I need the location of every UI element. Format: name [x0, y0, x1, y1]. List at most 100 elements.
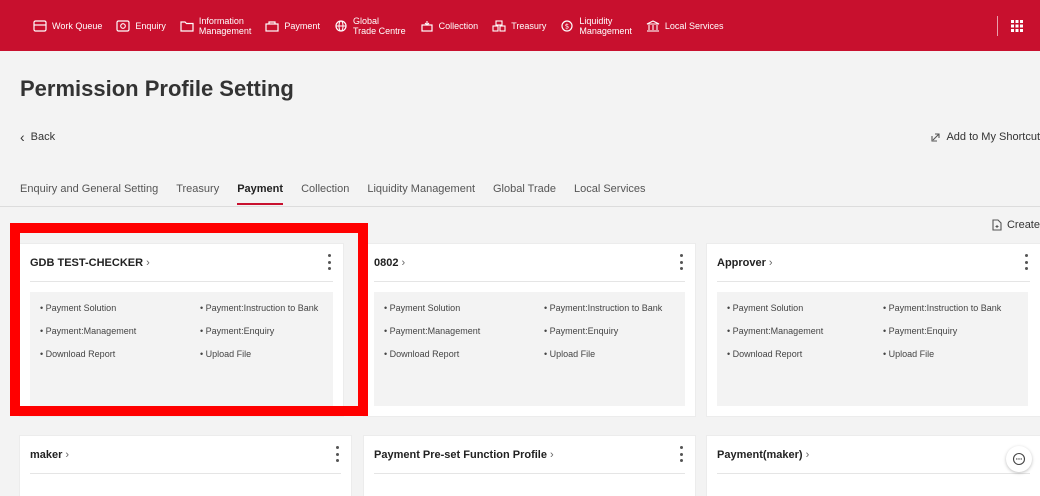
- tab-liquidity-management[interactable]: Liquidity Management: [367, 183, 475, 205]
- card-feature-list: Payment Solution Payment:Instruction to …: [717, 292, 1028, 406]
- card-header: Approver ›: [717, 244, 1030, 282]
- feature-item: Payment:Instruction to Bank: [544, 303, 663, 313]
- nav-liquidity-management[interactable]: $ Liquidity Management: [560, 16, 632, 36]
- chevron-right-icon: ›: [146, 256, 150, 269]
- card-title-link[interactable]: Approver ›: [717, 257, 773, 269]
- profile-card: GDB TEST-CHECKER› Payment Solution Payme…: [20, 244, 343, 416]
- tab-enquiry-general[interactable]: Enquiry and General Setting: [20, 183, 158, 205]
- profile-card: Approver› Payment Solution Payment:Instr…: [707, 244, 1040, 416]
- nav-divider: [997, 15, 998, 36]
- feature-item: Upload File: [200, 349, 252, 359]
- card-header: GDB TEST-CHECKER ›: [30, 244, 333, 282]
- nav-label: Global Trade Centre: [352, 15, 406, 36]
- feature-item: Payment:Instruction to Bank: [883, 303, 1002, 313]
- profile-card: Payment Pre-set Function Profile ›: [364, 436, 695, 496]
- feature-item: Payment:Enquiry: [200, 326, 275, 336]
- work-queue-icon: [33, 19, 47, 32]
- nav-label: Enquiry: [135, 20, 166, 31]
- chat-bubble-icon: [1012, 452, 1026, 466]
- more-options-icon[interactable]: [325, 254, 333, 270]
- chevron-right-icon: ›: [805, 448, 810, 461]
- card-feature-list: Payment Solution Payment:Instruction to …: [30, 292, 333, 406]
- feature-item: Payment:Management: [40, 326, 137, 336]
- tab-payment[interactable]: Payment: [237, 183, 283, 205]
- feature-item: Download Report: [727, 349, 803, 359]
- nav-collection[interactable]: Collection: [420, 20, 478, 32]
- card-header: maker ›: [30, 436, 341, 474]
- globe-icon: [334, 19, 348, 32]
- card-title: maker: [30, 448, 63, 461]
- main-menu: Work Queue Enquiry Information Managemen…: [0, 0, 737, 51]
- card-header: Payment(maker) ›: [717, 436, 1030, 474]
- feature-item: Payment:Management: [384, 326, 481, 336]
- shortcut-label: Add to My Shortcut: [946, 131, 1040, 143]
- feature-item: Upload File: [544, 349, 596, 359]
- nav-local-services[interactable]: Local Services: [646, 19, 724, 32]
- feature-item: Download Report: [40, 349, 116, 359]
- feature-item: Payment Solution: [727, 303, 804, 313]
- chevron-right-icon: ›: [65, 448, 70, 461]
- chevron-left-icon: ‹: [20, 128, 25, 145]
- nav-payment[interactable]: Payment: [265, 20, 320, 32]
- liquidity-icon: $: [560, 19, 574, 32]
- back-button[interactable]: ‹ Back: [20, 128, 56, 145]
- profile-card: maker ›: [20, 436, 351, 496]
- card-title-link[interactable]: 0802 ›: [374, 257, 405, 269]
- tab-treasury[interactable]: Treasury: [176, 183, 219, 205]
- card-title: Payment Pre-set Function Profile: [374, 448, 547, 461]
- feature-item: Payment:Management: [727, 326, 824, 336]
- shortcut-link-icon: [931, 133, 941, 142]
- feature-item: Payment Solution: [384, 303, 461, 313]
- more-options-icon[interactable]: [677, 446, 685, 462]
- card-feature-list: Payment Solution Payment:Instruction to …: [374, 292, 685, 406]
- treasury-icon: [492, 19, 506, 32]
- more-options-icon[interactable]: [1022, 254, 1030, 270]
- profile-card: 0802› Payment Solution Payment:Instructi…: [364, 244, 695, 416]
- card-title-link[interactable]: Payment Pre-set Function Profile ›: [374, 449, 554, 461]
- nav-enquiry[interactable]: Enquiry: [116, 19, 166, 32]
- card-title: Payment(maker): [717, 448, 803, 461]
- card-title: Approver: [717, 256, 766, 269]
- add-to-shortcut-button[interactable]: Add to My Shortcut: [930, 131, 1040, 143]
- feature-item: Download Report: [384, 349, 460, 359]
- tab-global-trade[interactable]: Global Trade: [493, 183, 556, 205]
- chat-button[interactable]: [1006, 446, 1032, 472]
- apps-grid-icon[interactable]: [1010, 19, 1024, 33]
- tabs-divider: [0, 206, 1040, 207]
- card-title-link[interactable]: GDB TEST-CHECKER ›: [30, 257, 150, 269]
- bank-icon: [646, 19, 660, 32]
- back-label: Back: [30, 131, 56, 143]
- more-options-icon[interactable]: [677, 254, 685, 270]
- feature-item: Upload File: [883, 349, 935, 359]
- card-title-link[interactable]: Payment(maker) ›: [717, 449, 809, 461]
- feature-item: Payment:Instruction to Bank: [200, 303, 319, 313]
- nav-label: Information Management: [198, 15, 252, 36]
- nav-work-queue[interactable]: Work Queue: [33, 19, 102, 32]
- nav-label: Local Services: [664, 20, 724, 31]
- feature-item: Payment:Enquiry: [883, 326, 958, 336]
- nav-label: Payment: [284, 20, 320, 31]
- payment-icon: [265, 20, 280, 32]
- card-title-link[interactable]: maker ›: [30, 449, 69, 461]
- tab-local-services[interactable]: Local Services: [574, 183, 646, 205]
- collection-icon: [420, 20, 434, 32]
- feature-item: Payment:Enquiry: [544, 326, 619, 336]
- chevron-right-icon: ›: [549, 448, 554, 461]
- nav-information-management[interactable]: Information Management: [180, 15, 252, 36]
- tab-collection[interactable]: Collection: [301, 183, 349, 205]
- nav-global-trade-centre[interactable]: Global Trade Centre: [334, 16, 406, 36]
- chevron-right-icon: ›: [401, 256, 406, 269]
- folder-icon: [180, 20, 194, 32]
- create-label: Create: [1006, 219, 1040, 231]
- more-options-icon[interactable]: [333, 446, 341, 462]
- create-button[interactable]: Create: [991, 219, 1040, 231]
- nav-label: Treasury: [511, 20, 547, 31]
- svg-text:$: $: [565, 22, 569, 30]
- card-header: Payment Pre-set Function Profile ›: [374, 436, 685, 474]
- enquiry-icon: [116, 19, 130, 32]
- card-title: GDB TEST-CHECKER: [30, 256, 144, 269]
- nav-label: Liquidity Management: [579, 15, 632, 36]
- chevron-right-icon: ›: [768, 256, 773, 269]
- nav-treasury[interactable]: Treasury: [492, 19, 547, 32]
- profile-card: Payment(maker) ›: [707, 436, 1040, 496]
